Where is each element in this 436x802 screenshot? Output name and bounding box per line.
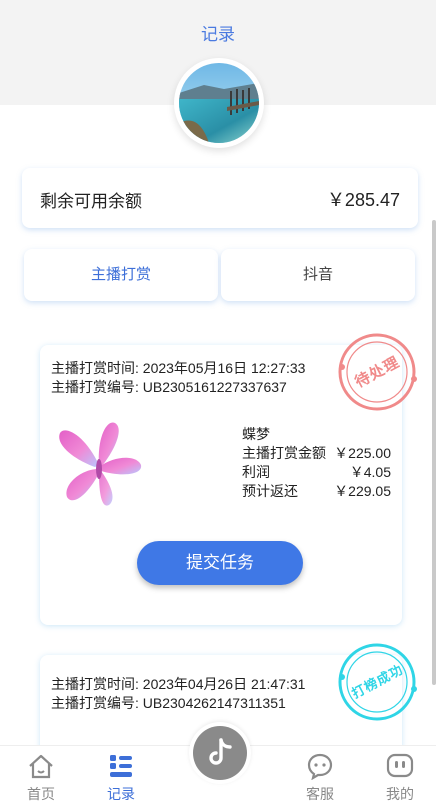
profit-label: 利润 — [242, 464, 270, 480]
return-label: 预计返还 — [242, 483, 298, 499]
tab-home[interactable]: 首页 — [11, 746, 71, 802]
page-title: 记录 — [201, 25, 235, 44]
order-no-row: 主播打赏编号: UB2305161227337637 — [51, 377, 287, 397]
profit-value: ￥4.05 — [349, 464, 391, 480]
submit-task-button[interactable]: 提交任务 — [137, 541, 303, 585]
order-no-label: 主播打赏编号: — [51, 695, 139, 711]
balance-card: 剩余可用余额 ￥285.47 — [22, 168, 418, 228]
order-time-row: 主播打赏时间: 2023年04月26日 21:47:31 — [51, 674, 305, 694]
order-card: 主播打赏时间: 2023年05月16日 12:27:33 主播打赏编号: UB2… — [40, 333, 417, 625]
scrollbar[interactable] — [432, 220, 436, 685]
tab-service[interactable]: 客服 — [290, 746, 350, 802]
order-time-row: 主播打赏时间: 2023年05月16日 12:27:33 — [51, 358, 305, 378]
tab-anchor-tip[interactable]: 主播打赏 — [24, 249, 218, 301]
order-no-label: 主播打赏编号: — [51, 379, 139, 395]
butterfly-gift-icon — [59, 422, 142, 506]
amount-value: ￥225.00 — [334, 445, 391, 461]
order-time-label: 主播打赏时间: — [51, 360, 139, 376]
order-time: 2023年05月16日 12:27:33 — [142, 360, 306, 376]
tab-records[interactable]: 记录 — [91, 746, 151, 802]
chat-bubble-icon — [307, 753, 333, 780]
balance-label: 剩余可用余额 — [40, 192, 142, 211]
content-area[interactable]: 剩余可用余额 ￥285.47 主播打赏 抖音 主播打赏时间: 2023年05月1… — [0, 105, 436, 745]
return-value: ￥229.05 — [334, 483, 391, 499]
tab-mine[interactable]: 我的 — [370, 746, 430, 802]
center-tiktok-button[interactable] — [189, 722, 251, 784]
tab-home-label: 首页 — [27, 786, 55, 802]
success-stamp-icon: 打榜成功 — [336, 641, 418, 723]
avatar[interactable] — [174, 58, 264, 148]
tab-douyin[interactable]: 抖音 — [221, 249, 415, 301]
pending-stamp-icon: 待处理 — [336, 331, 418, 413]
list-icon — [110, 755, 132, 777]
profile-icon — [386, 753, 414, 778]
amount-label: 主播打赏金额 — [242, 445, 326, 461]
order-time-label: 主播打赏时间: — [51, 676, 139, 692]
balance-value: ￥285.47 — [326, 190, 400, 210]
tab-service-label: 客服 — [306, 786, 334, 802]
order-no: UB2305161227337637 — [142, 379, 287, 395]
order-no-row: 主播打赏编号: UB2304262147311351 — [51, 693, 286, 713]
tab-records-label: 记录 — [107, 786, 135, 802]
tiktok-icon — [209, 738, 232, 765]
gift-name: 蝶梦 — [242, 426, 270, 442]
tab-mine-label: 我的 — [386, 786, 414, 802]
home-icon — [29, 754, 53, 779]
category-tabs: 主播打赏 抖音 — [24, 249, 417, 301]
avatar-image — [179, 63, 259, 143]
center-button-bg — [193, 726, 247, 780]
order-no: UB2304262147311351 — [142, 695, 286, 711]
order-time: 2023年04月26日 21:47:31 — [142, 676, 306, 692]
